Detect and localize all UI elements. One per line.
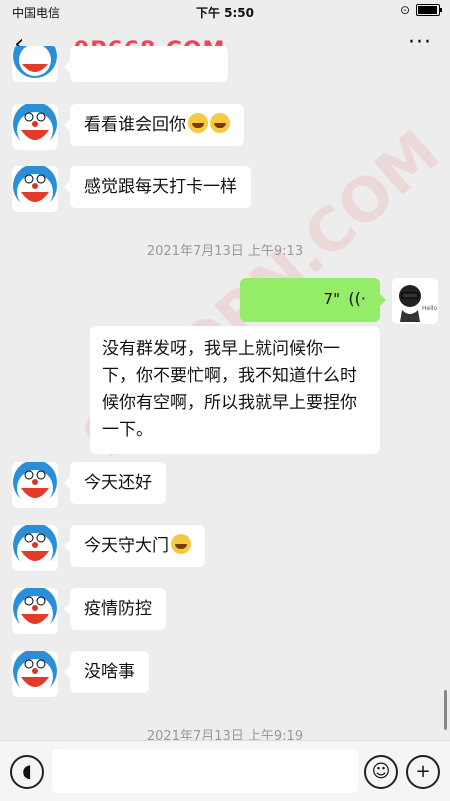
emoji-icon[interactable]: ☺	[364, 755, 398, 789]
avatar[interactable]	[12, 525, 58, 571]
message-text: 今天还好	[84, 473, 152, 493]
status-bar: 中国电信 下午 5:50 ⊙	[0, 0, 450, 24]
avatar[interactable]	[12, 166, 58, 212]
message-bubble[interactable]: 看看谁会回你	[64, 104, 244, 146]
message-bubble[interactable]: 感觉跟每天打卡一样	[64, 166, 251, 208]
avatar[interactable]	[12, 46, 58, 82]
message-input[interactable]	[52, 749, 358, 793]
message-bubble[interactable]: 今天还好	[64, 462, 166, 504]
message-bubble[interactable]	[64, 46, 228, 82]
input-bar: ◖ ☺ +	[0, 740, 450, 801]
more-icon[interactable]: ···	[408, 30, 432, 55]
avatar[interactable]	[12, 588, 58, 634]
message-text: 疫情防控	[84, 599, 152, 619]
laugh-cry-emoji-icon	[188, 113, 208, 133]
voice-message-bubble[interactable]: 7" ((·	[240, 278, 386, 322]
self-avatar[interactable]: Hello	[392, 278, 438, 324]
battery-icon	[416, 4, 442, 16]
voice-input-icon[interactable]: ◖	[10, 755, 44, 789]
avatar[interactable]	[12, 462, 58, 508]
scrollbar[interactable]	[444, 690, 447, 730]
laugh-cry-emoji-icon	[210, 113, 230, 133]
message-text: 看看谁会回你	[84, 115, 186, 135]
status-icons: ⊙	[399, 3, 442, 17]
message-bubble[interactable]: 疫情防控	[64, 588, 166, 630]
clock: 下午 5:50	[195, 6, 255, 20]
avatar[interactable]	[12, 104, 58, 150]
timestamp: 2021年7月13日 上午9:13	[146, 244, 304, 259]
voice-transcript[interactable]: 没有群发呀，我早上就问候你一下，你不要忙啊，我不知道什么时候你有空啊，所以我就早…	[90, 326, 380, 454]
voice-duration: 7"	[323, 290, 340, 308]
message-bubble[interactable]: 今天守大门	[64, 525, 205, 567]
lock-rotation-icon: ⊙	[399, 3, 410, 17]
laugh-cry-emoji-icon	[171, 534, 191, 554]
add-icon[interactable]: +	[406, 755, 440, 789]
avatar[interactable]	[12, 651, 58, 697]
message-text: 今天守大门	[84, 536, 169, 556]
voice-wave-icon: ((·	[348, 289, 366, 308]
svg-text:Hello: Hello	[422, 305, 438, 312]
message-bubble[interactable]: 没啥事	[64, 651, 149, 693]
message-text: 感觉跟每天打卡一样	[84, 177, 237, 197]
message-text: 没啥事	[84, 662, 135, 682]
